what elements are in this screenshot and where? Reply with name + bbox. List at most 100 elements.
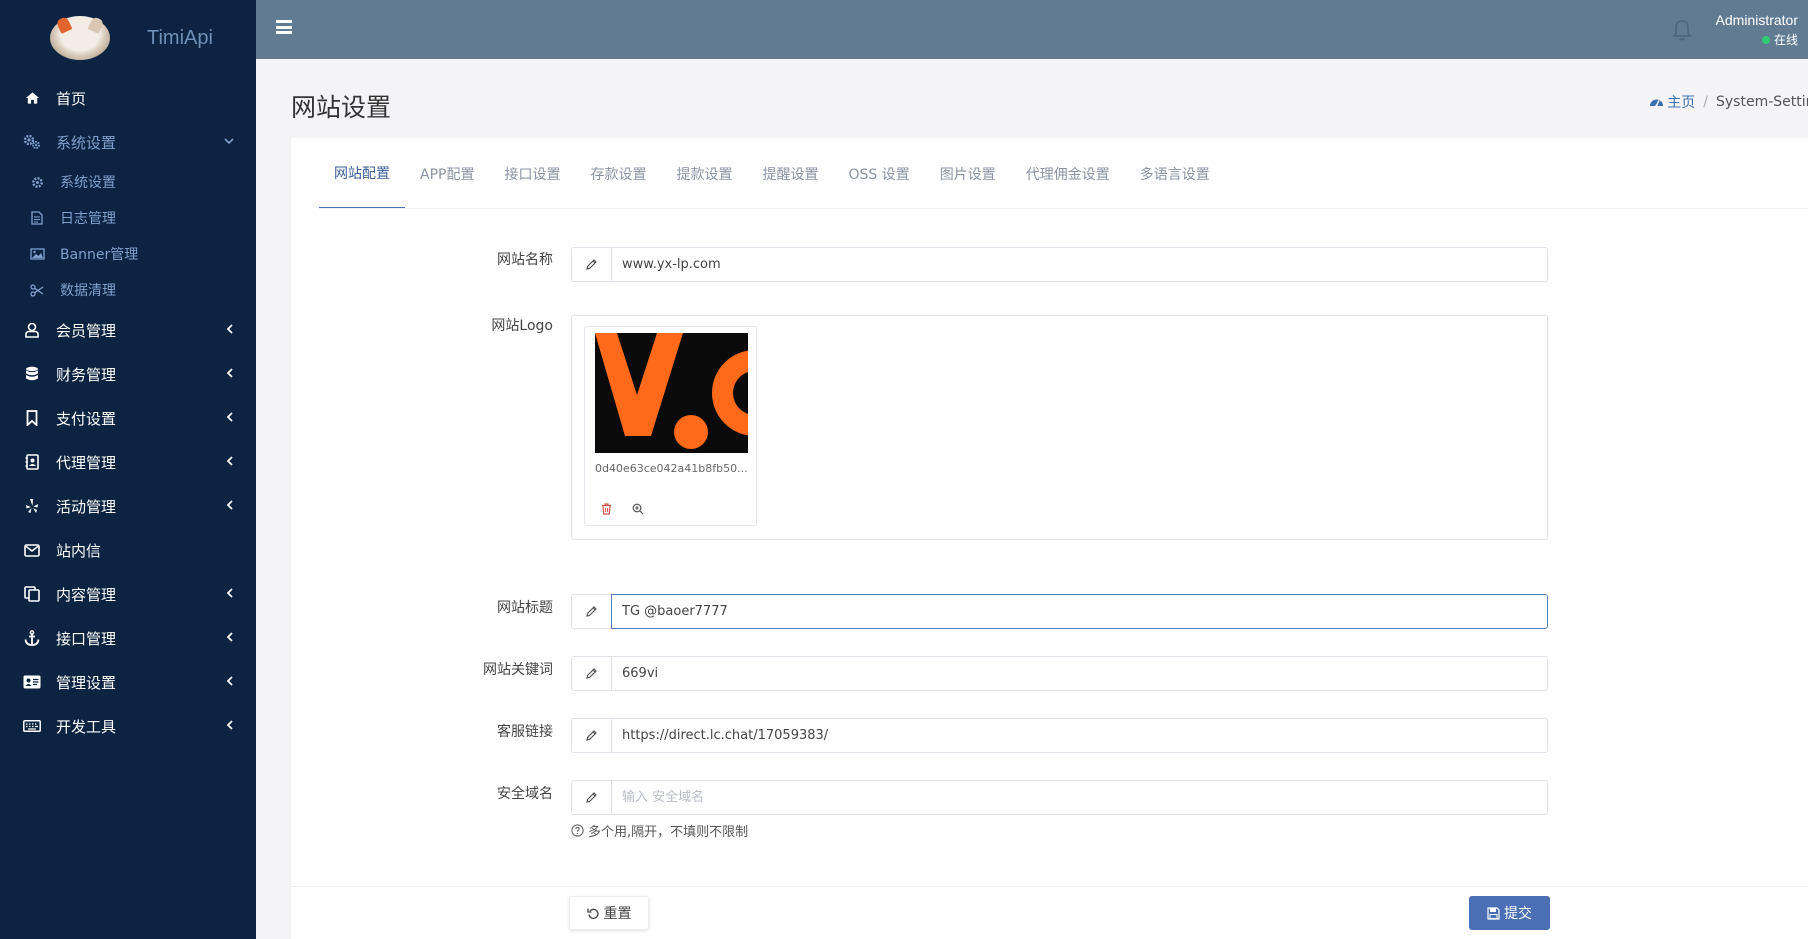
keyboard-icon [22,716,42,736]
reset-button[interactable]: 重置 [569,896,649,930]
sidebar-item-label: 系统设置 [56,133,117,152]
tab-withdraw-settings[interactable]: 提款设置 [661,138,747,209]
undo-icon [586,908,599,919]
safe-domain-input[interactable] [611,780,1548,815]
pencil-icon [571,247,611,282]
tabs-divider [319,208,1808,209]
question-circle-icon [571,824,584,837]
chevron-left-icon [222,674,236,688]
pencil-icon [571,594,611,629]
service-link-input[interactable] [611,718,1548,753]
breadcrumb-separator: / [1703,94,1708,110]
sidebar-item-label: 内容管理 [56,585,117,604]
sidebar-item-members[interactable]: 会员管理 [0,308,256,352]
service-link-group [571,718,1548,753]
site-name-group [571,247,1548,282]
site-name-input[interactable] [611,247,1548,282]
chevron-down-icon [222,134,236,148]
logo-upload-area[interactable]: 0d40e63ce042a41b8fb50... [571,315,1548,540]
sidebar: TimiApi 首页 系统设置 系统设置 日志管理 Banner管理 数据清理 … [0,0,256,939]
tab-reminder-settings[interactable]: 提醒设置 [747,138,833,209]
logo-file-name: 0d40e63ce042a41b8fb50... [595,462,748,475]
sidebar-item-dev-tools[interactable]: 开发工具 [0,704,256,748]
tab-oss-settings[interactable]: OSS 设置 [833,138,924,209]
site-title-input[interactable] [611,594,1548,629]
chevron-left-icon [222,630,236,644]
sidebar-item-label: 活动管理 [56,497,117,516]
logo-actions [599,502,645,516]
reset-button-label: 重置 [603,906,632,922]
scissors-icon [29,282,45,298]
sidebar-item-messages[interactable]: 站内信 [0,528,256,572]
sidebar-item-finance[interactable]: 财务管理 [0,352,256,396]
breadcrumb-home[interactable]: 主页 [1649,92,1695,112]
hamburger-menu-icon[interactable] [276,20,292,34]
sidebar-subitem-label: 日志管理 [60,211,116,227]
site-title-label: 网站标题 [497,600,553,616]
user-status-label: 在线 [1773,33,1798,47]
envelope-icon [22,540,42,560]
top-navbar: Administrator 在线 [256,0,1808,59]
sidebar-subitem-system-settings[interactable]: 系统设置 [0,164,256,200]
sidebar-subitem-banner[interactable]: Banner管理 [0,236,256,272]
sidebar-item-payment[interactable]: 支付设置 [0,396,256,440]
breadcrumb-current: System-Setting [1716,94,1808,110]
sidebar-item-label: 会员管理 [56,321,117,340]
sidebar-item-label: 首页 [56,89,87,108]
brand-avatar [50,16,110,60]
settings-tabs: 网站配置 APP配置 接口设置 存款设置 提款设置 提醒设置 OSS 设置 图片… [319,138,1225,209]
sidebar-subitem-data-cleanup[interactable]: 数据清理 [0,272,256,308]
sidebar-item-label: 接口管理 [56,629,117,648]
tab-image-settings[interactable]: 图片设置 [925,138,1011,209]
sidebar-item-activities[interactable]: 活动管理 [0,484,256,528]
sidebar-item-agents[interactable]: 代理管理 [0,440,256,484]
sidebar-item-admin-settings[interactable]: 管理设置 [0,660,256,704]
zoom-in-icon[interactable] [631,502,645,516]
yelp-icon [22,496,42,516]
sidebar-item-content[interactable]: 内容管理 [0,572,256,616]
sidebar-item-label: 管理设置 [56,673,117,692]
site-keywords-label: 网站关键词 [483,662,553,678]
sidebar-item-system-settings[interactable]: 系统设置 [0,120,256,164]
safe-domain-help-text: 多个用,隔开，不填则不限制 [588,825,749,840]
pencil-icon [571,656,611,691]
safe-domain-group [571,780,1548,815]
bell-icon[interactable] [1672,19,1692,41]
tab-deposit-settings[interactable]: 存款设置 [575,138,661,209]
tab-api-settings[interactable]: 接口设置 [489,138,575,209]
tab-agent-commission[interactable]: 代理佣金设置 [1011,138,1125,209]
site-keywords-input[interactable] [611,656,1548,691]
brand[interactable]: TimiApi [0,0,256,76]
submit-button[interactable]: 提交 [1469,896,1550,930]
sidebar-subitem-label: Banner管理 [60,247,139,263]
sidebar-subitem-logs[interactable]: 日志管理 [0,200,256,236]
dashboard-icon [1650,99,1664,107]
site-name-label: 网站名称 [497,252,553,268]
site-title-group [571,594,1548,629]
trash-icon[interactable] [599,502,613,516]
brand-name: TimiApi [147,26,213,49]
home-icon [22,88,42,108]
sidebar-item-home[interactable]: 首页 [0,76,256,120]
service-link-label: 客服链接 [497,724,553,740]
sidebar-item-label: 财务管理 [56,365,117,384]
tab-website-config[interactable]: 网站配置 [319,138,405,209]
page-title: 网站设置 [291,93,392,122]
tab-app-config[interactable]: APP配置 [405,138,489,209]
contact-icon [22,452,42,472]
tab-language-settings[interactable]: 多语言设置 [1125,138,1225,209]
logo-preview-image[interactable] [595,333,748,453]
safe-domain-label: 安全域名 [497,786,553,802]
user-name[interactable]: Administrator [1716,12,1798,28]
sidebar-subitem-label: 系统设置 [60,175,116,191]
chevron-left-icon [222,366,236,380]
pencil-icon [571,718,611,753]
chevron-left-icon [222,454,236,468]
chevron-left-icon [222,586,236,600]
sidebar-item-label: 代理管理 [56,453,117,472]
user-status: 在线 [1761,31,1798,48]
image-icon [29,246,45,262]
breadcrumb-home-label: 主页 [1667,95,1696,111]
user-icon [22,320,42,340]
sidebar-item-api[interactable]: 接口管理 [0,616,256,660]
